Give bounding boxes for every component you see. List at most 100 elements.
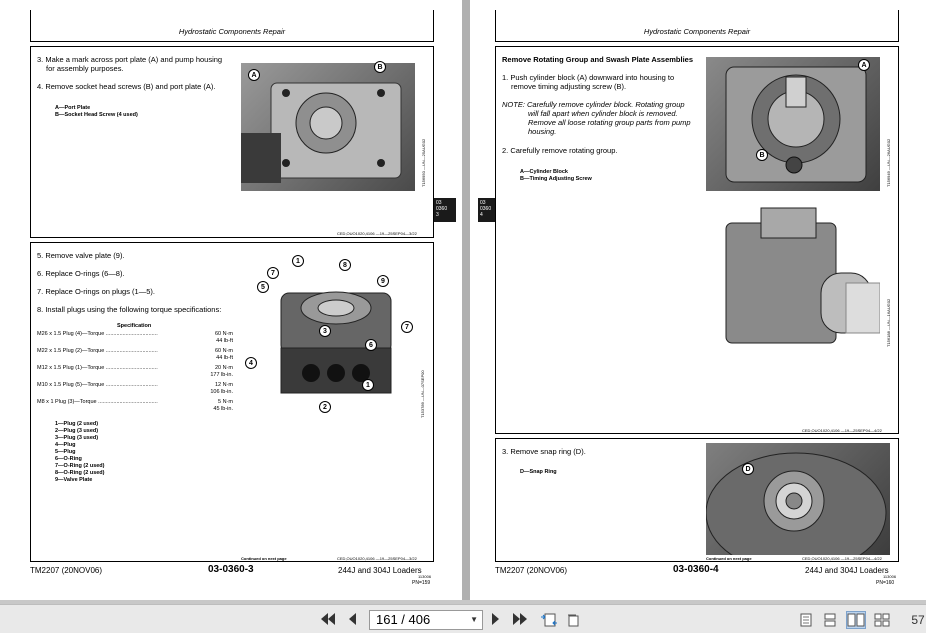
footer-code: 113006 (418, 574, 432, 579)
pdf-viewer: Hydrostatic Components Repair 3. Make a … (0, 0, 926, 633)
step-3-text: 3. Remove snap ring (D). (502, 447, 586, 456)
callout-b: B (756, 149, 768, 161)
legend-a: A—Cylinder Block (520, 169, 568, 175)
legend-d: D—Snap Ring (520, 469, 557, 475)
spec-value-imperial: 44 lb-ft (216, 355, 233, 361)
spec-value-imperial: 106 lb-in. (210, 389, 233, 395)
fit-page-icon[interactable] (540, 613, 558, 627)
footer-tm: TM2207 (20NOV06) (30, 566, 103, 575)
legend-b: B—Socket Head Screw (4 used) (55, 112, 138, 118)
note-line-1: NOTE: Carefully remove cylinder block. R… (502, 100, 685, 109)
spec-row: M8 x 1 Plug (3)—Torque .................… (37, 399, 233, 413)
legend-item: 7—O-Ring (2 used) (55, 463, 105, 469)
callout-9: 9 (377, 275, 389, 287)
spec-label: M12 x 1.5 Plug (1)—Torque ..............… (37, 365, 158, 371)
callout-2: 2 (319, 401, 331, 413)
footer-pn: PN=160 (876, 580, 895, 586)
rotating-group-illustration (725, 207, 880, 344)
box-footer-code: CED,OUO1020,4106 —19—25SEP04—4/22 (802, 556, 882, 561)
spec-value-metric: 60 N·m (214, 348, 233, 354)
step-7-text: 7. Replace O-rings on plugs (1—5). (37, 287, 155, 296)
step-5-text: 5. Remove valve plate (9). (37, 251, 125, 260)
spec-value-metric: 60 N·m (214, 331, 233, 337)
box-footer-code: CED,OUO1020,4106 —19—25SEP04—3/22 (337, 231, 417, 236)
callout-a: A (248, 69, 260, 81)
note-line-3: Remove all loose rotating group parts fr… (528, 118, 691, 127)
snap-ring-photo (706, 443, 890, 555)
figure-code-1: T156949 —UN—26AUG02 (886, 138, 891, 187)
legend-item: 4—Plug (55, 442, 76, 448)
callout-5: 5 (257, 281, 269, 293)
legend-a: A—Port Plate (55, 105, 91, 111)
callout-1-bottom: 1 (362, 379, 374, 391)
last-page-icon[interactable] (512, 612, 528, 628)
two-page-continuous-icon[interactable] (874, 613, 890, 627)
spec-value-imperial: 45 lb-in. (213, 406, 233, 412)
cylinder-block-illustration (725, 66, 867, 183)
page-number-value: 161 / 406 (376, 612, 431, 627)
box-footer-code: CED,OUO1020,4106 —19—25SEP04—3/22 (337, 556, 417, 561)
next-page-icon[interactable] (490, 612, 502, 628)
step-5-8-box: 5. Remove valve plate (9). 6. Replace O-… (30, 242, 434, 562)
spec-row: M12 x 1.5 Plug (1)—Torque ..............… (37, 365, 233, 379)
port-plate-photo (241, 63, 415, 191)
zoom-level[interactable]: 57 (910, 612, 926, 628)
footer-model: 244J and 304J Loaders (805, 566, 889, 575)
callout-4: 4 (245, 357, 257, 369)
page-gutter (462, 0, 470, 600)
tab-line-3: 3 (436, 212, 439, 218)
rotate-icon[interactable] (566, 613, 582, 627)
first-page-icon[interactable] (320, 612, 336, 628)
callout-7-right: 7 (401, 321, 413, 333)
continued-note: Continued on next page (706, 556, 752, 561)
two-page-view-icon[interactable] (846, 611, 866, 629)
step-3-4-box: 3. Make a mark across port plate (A) and… (30, 46, 434, 238)
figure-code: T153789 —UN—07SEP00 (420, 370, 425, 418)
box-footer-code: CED,OUO1020,4106 —19—25SEP04—4/22 (802, 428, 882, 433)
step-8-text: 8. Install plugs using the following tor… (37, 305, 222, 314)
spec-title: Specification (117, 323, 152, 329)
step-3-text-cont: for assembly purposes. (46, 64, 124, 73)
chevron-down-icon: ▼ (470, 615, 478, 624)
single-page-view-icon[interactable] (800, 613, 812, 627)
spec-value-metric: 12 N·m (214, 382, 233, 388)
step-4-text: 4. Remove socket head screws (B) and por… (37, 82, 216, 91)
footer-tm: TM2207 (20NOV06) (495, 566, 568, 575)
spec-row: M26 x 1.5 Plug (4)—Torque ..............… (37, 331, 233, 345)
spec-value-metric: 20 N·m (214, 365, 233, 371)
viewer-toolbar: 161 / 406 ▼ 57 (0, 604, 926, 633)
page-number-select[interactable]: 161 / 406 ▼ (369, 610, 483, 630)
footer-model: 244J and 304J Loaders (338, 566, 422, 575)
spec-row: M10 x 1.5 Plug (5)—Torque ..............… (37, 382, 233, 396)
callout-a: A (858, 59, 870, 71)
step-6-text: 6. Replace O-rings (6—8). (37, 269, 125, 278)
spec-value-metric: 5 N·m (218, 399, 233, 405)
previous-page-icon[interactable] (346, 612, 358, 628)
legend-item: 5—Plug (55, 449, 76, 455)
rotating-group-box: Remove Rotating Group and Swash Plate As… (495, 46, 899, 434)
section-title: Remove Rotating Group and Swash Plate As… (502, 55, 694, 64)
rotating-group-photo (706, 203, 880, 371)
callout-6: 6 (365, 339, 377, 351)
spec-row: M22 x 1.5 Plug (2)—Torque ..............… (37, 348, 233, 362)
step-1-text-cont: remove timing adjusting screw (B). (511, 82, 627, 91)
spec-label: M22 x 1.5 Plug (2)—Torque ..............… (37, 348, 158, 354)
spec-value-imperial: 44 lb-ft (216, 338, 233, 344)
callout-d: D (742, 463, 754, 475)
note-line-4: housing. (528, 127, 557, 136)
legend-item: 9—Valve Plate (55, 477, 93, 483)
valve-block-illustration (280, 291, 392, 394)
continuous-view-icon[interactable] (824, 613, 836, 627)
figure-code-2: T156188 —UN—16AUG02 (886, 298, 891, 347)
legend-b: B—Timing Adjusting Screw (520, 176, 592, 182)
section-tab: 03 0360 3 (434, 198, 456, 222)
callout-8: 8 (339, 259, 351, 271)
right-page: Hydrostatic Components Repair 03 0360 4 … (470, 0, 926, 600)
step-1-text: 1. Push cylinder block (A) downward into… (502, 73, 675, 82)
legend-item: 6—O-Ring (55, 456, 82, 462)
figure-code: T156950 —UN—25AUG02 (421, 138, 426, 187)
footer-code: 113006 (883, 574, 897, 579)
snap-ring-box: 3. Remove snap ring (D). D—Snap Ring D C… (495, 438, 899, 562)
footer-page-number: 03-0360-3 (208, 564, 254, 575)
callout-3: 3 (319, 325, 331, 337)
